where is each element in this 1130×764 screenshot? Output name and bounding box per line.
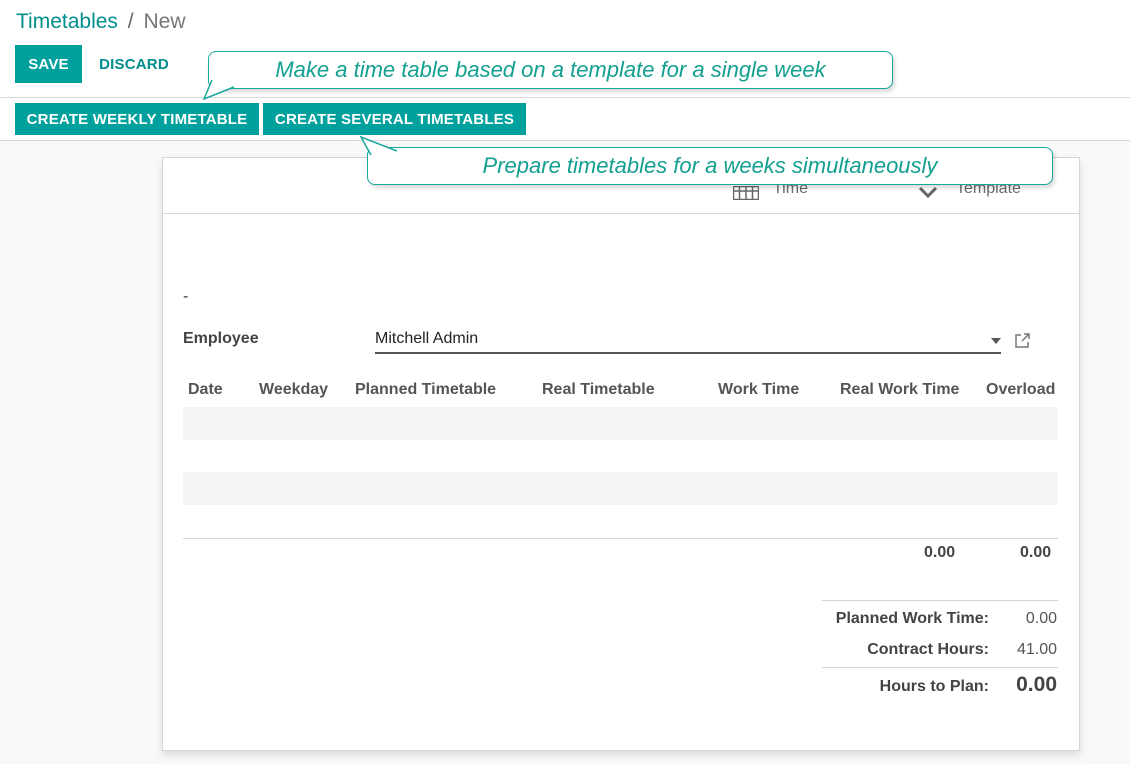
- breadcrumb: Timetables / New: [16, 10, 185, 34]
- totals-divider: [183, 538, 1058, 539]
- employee-label: Employee: [183, 330, 259, 347]
- form-sheet: Time Template - Employee Mitchell Admin …: [162, 157, 1080, 751]
- tooltip-pointer: [359, 135, 398, 156]
- column-real-work-time[interactable]: Real Work Time: [840, 381, 959, 399]
- save-button[interactable]: SAVE: [15, 45, 82, 83]
- caret-down-icon[interactable]: [991, 338, 1001, 344]
- weekly-timetable-tooltip: Make a time table based on a template fo…: [208, 51, 893, 89]
- summary-divider: [822, 667, 1058, 668]
- column-planned-timetable[interactable]: Planned Timetable: [355, 381, 496, 399]
- hours-to-plan-label: Hours to Plan:: [879, 678, 989, 695]
- column-overload[interactable]: Overload: [986, 381, 1055, 399]
- timetable-name[interactable]: -: [183, 288, 188, 306]
- employee-field[interactable]: Mitchell Admin: [375, 328, 1001, 354]
- external-link-icon[interactable]: [1014, 332, 1031, 349]
- table-row: [183, 472, 1058, 505]
- breadcrumb-separator: /: [127, 10, 134, 33]
- total-real-work-time: 0.00: [924, 544, 956, 561]
- hours-to-plan-value: 0.00: [1016, 673, 1057, 696]
- employee-value: Mitchell Admin: [375, 330, 479, 347]
- calendar-icon: [733, 186, 759, 200]
- contract-hours-label: Contract Hours:: [867, 641, 989, 658]
- header-divider: [0, 97, 1130, 98]
- tooltip-pointer: [202, 79, 235, 101]
- contract-hours-value: 41.00: [1016, 641, 1057, 658]
- total-overload: 0.00: [1020, 544, 1052, 561]
- planned-work-time-label: Planned Work Time:: [835, 610, 989, 627]
- chevron-down-icon: [918, 186, 938, 198]
- column-work-time[interactable]: Work Time: [718, 381, 799, 399]
- create-several-timetables-button[interactable]: CREATE SEVERAL TIMETABLES: [263, 103, 526, 135]
- column-real-timetable[interactable]: Real Timetable: [542, 381, 655, 399]
- table-header: Date Weekday Planned Timetable Real Time…: [183, 376, 1058, 406]
- breadcrumb-current: New: [143, 10, 186, 33]
- discard-button[interactable]: DISCARD: [90, 45, 178, 83]
- breadcrumb-timetables-link[interactable]: Timetables: [16, 10, 118, 33]
- column-date[interactable]: Date: [188, 381, 223, 399]
- planned-work-time-value: 0.00: [1025, 610, 1057, 627]
- several-timetables-tooltip: Prepare timetables for a weeks simultane…: [367, 147, 1053, 185]
- summary-divider: [822, 600, 1058, 601]
- create-weekly-timetable-button[interactable]: CREATE WEEKLY TIMETABLE: [15, 103, 259, 135]
- column-weekday[interactable]: Weekday: [259, 381, 328, 399]
- table-row: [183, 407, 1058, 440]
